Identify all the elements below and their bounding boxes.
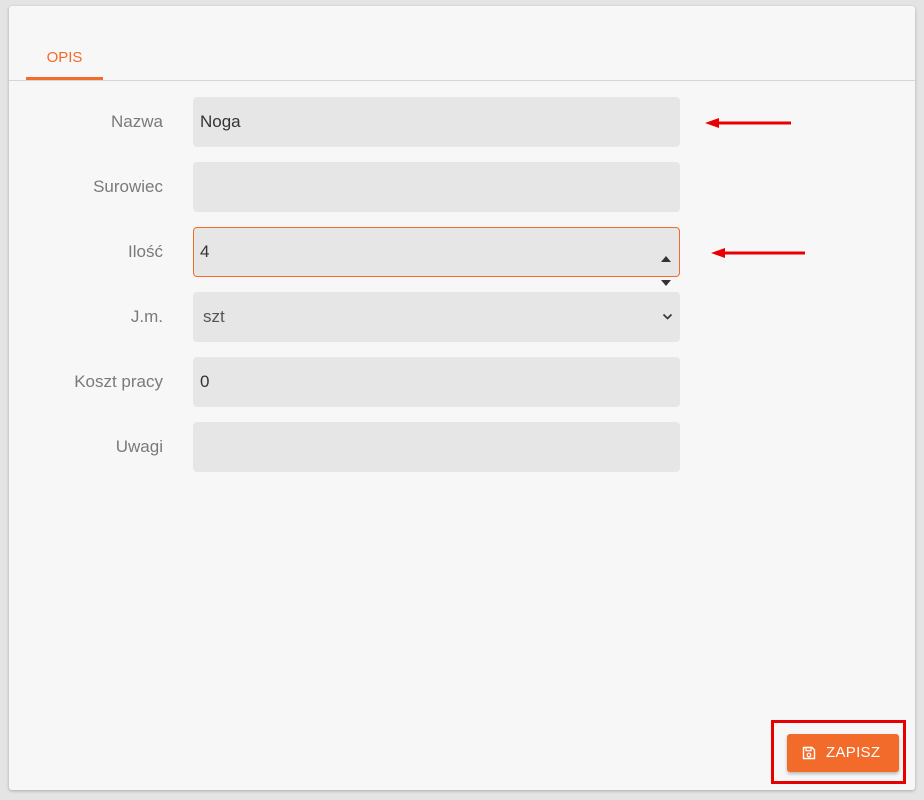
jm-select[interactable]: szt (193, 292, 680, 342)
uwagi-label: Uwagi (115, 437, 163, 456)
ilosc-number-input[interactable]: 4 (193, 227, 680, 286)
form-panel: OPIS Nazwa Noga Surowiec Ilość 4 J.m. sz… (9, 6, 915, 790)
ilosc-spinner (660, 235, 672, 286)
chevron-down-icon (662, 313, 673, 320)
surowiec-label: Surowiec (93, 177, 163, 196)
uwagi-input[interactable] (193, 422, 680, 472)
form-row-surowiec: Surowiec (9, 162, 915, 212)
annotation-arrow-icon (705, 118, 791, 128)
save-button-label: ZAPISZ (826, 744, 881, 761)
form-row-uwagi: Uwagi (9, 422, 915, 472)
koszt-pracy-label: Koszt pracy (74, 372, 163, 391)
form-row-jm: J.m. szt (9, 292, 915, 342)
tab-opis[interactable]: OPIS (26, 44, 103, 80)
spin-up-icon[interactable] (660, 235, 672, 262)
ilosc-label: Ilość (128, 242, 163, 261)
tab-bar: OPIS (9, 6, 915, 81)
floppy-disk-icon (802, 746, 816, 760)
save-button[interactable]: ZAPISZ (787, 734, 899, 772)
annotation-arrow-icon (711, 248, 805, 258)
jm-label: J.m. (130, 307, 163, 326)
ilosc-value: 4 (200, 242, 210, 261)
koszt-pracy-input[interactable]: 0 (193, 357, 680, 407)
nazwa-input[interactable]: Noga (193, 97, 680, 147)
spin-down-icon[interactable] (660, 259, 672, 286)
jm-selected-value: szt (203, 307, 225, 326)
form-row-koszt-pracy: Koszt pracy 0 (9, 357, 915, 407)
surowiec-input[interactable] (193, 162, 680, 212)
nazwa-label: Nazwa (111, 112, 163, 131)
